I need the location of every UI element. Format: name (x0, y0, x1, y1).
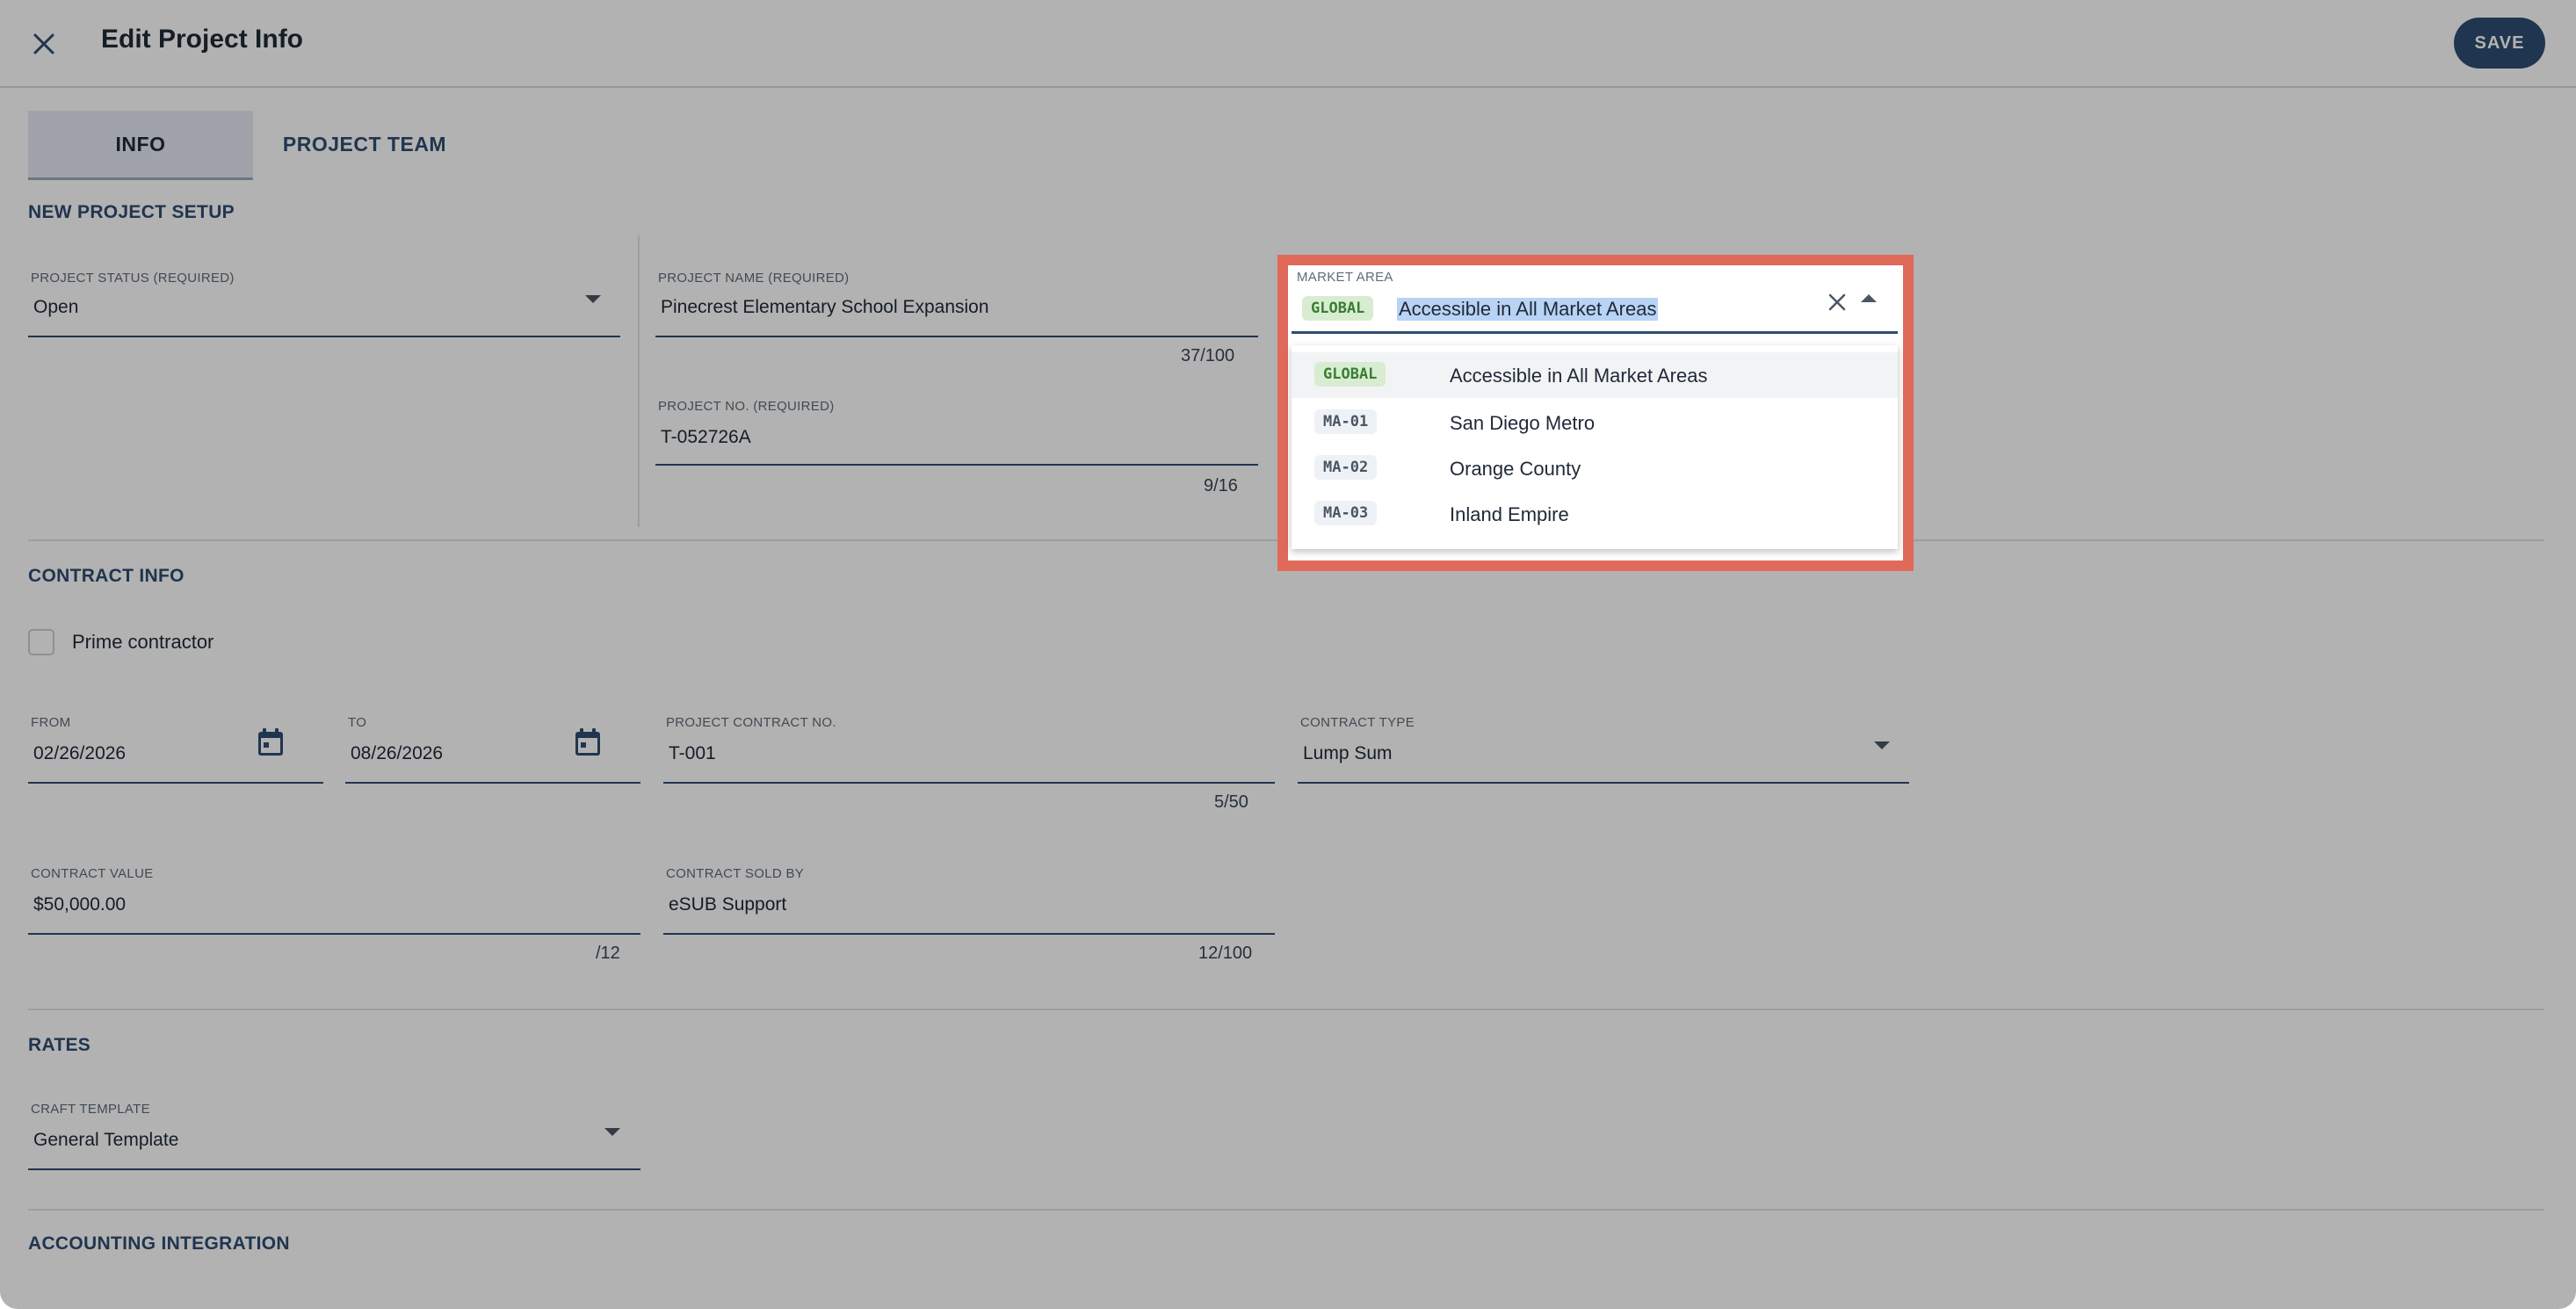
chevron-down-icon (585, 295, 601, 303)
project-name-counter: 37/100 (1181, 346, 1235, 365)
contract-sold-by-label: CONTRACT SOLD BY (666, 866, 805, 881)
project-no-counter: 9/16 (1204, 476, 1238, 495)
calendar-icon[interactable] (257, 727, 285, 757)
market-area-label: MARKET AREA (1297, 270, 1393, 285)
craft-template-label: CRAFT TEMPLATE (31, 1102, 150, 1117)
close-icon[interactable] (26, 26, 62, 61)
save-button[interactable]: SAVE (2454, 18, 2545, 69)
clear-icon[interactable] (1822, 287, 1852, 317)
prime-contractor-checkbox[interactable] (28, 629, 54, 655)
prime-contractor-label: Prime contractor (72, 631, 214, 653)
project-status-select[interactable]: PROJECT STATUS (REQUIRED) Open (28, 271, 620, 337)
section-accounting-integration: ACCOUNTING INTEGRATION (28, 1233, 290, 1254)
market-area-selected-tag: GLOBAL (1302, 296, 1374, 321)
project-contract-no-value: T-001 (669, 743, 716, 763)
tab-project-team[interactable]: PROJECT TEAM (264, 111, 466, 177)
section-new-project-setup: NEW PROJECT SETUP (28, 202, 235, 222)
divider (28, 1009, 2544, 1010)
divider (28, 1209, 2544, 1211)
option-tag: MA-02 (1314, 455, 1378, 480)
to-date-label: TO (348, 715, 367, 730)
from-date-label: FROM (31, 715, 71, 730)
contract-value-input[interactable]: CONTRACT VALUE $50,000.00 (28, 866, 640, 935)
option-label: Accessible in All Market Areas (1450, 365, 1708, 387)
option-tag: MA-01 (1314, 409, 1378, 434)
tab-info[interactable]: INFO (28, 111, 253, 180)
market-area-listbox: GLOBAL Accessible in All Market Areas MA… (1292, 345, 1898, 549)
option-tag: MA-03 (1314, 501, 1378, 525)
contract-sold-by-value: eSUB Support (669, 894, 787, 915)
contract-sold-by-input[interactable]: CONTRACT SOLD BY eSUB Support (663, 866, 1275, 935)
list-item[interactable]: MA-02 Orange County (1292, 445, 1898, 491)
craft-template-value: General Template (33, 1130, 179, 1150)
project-status-label: PROJECT STATUS (REQUIRED) (31, 271, 235, 286)
contract-type-label: CONTRACT TYPE (1300, 715, 1415, 730)
craft-template-select[interactable]: CRAFT TEMPLATE General Template (28, 1102, 640, 1170)
contract-type-value: Lump Sum (1303, 743, 1393, 763)
market-area-combobox[interactable]: MARKET AREA GLOBAL Accessible in All Mar… (1292, 266, 1898, 334)
project-contract-no-counter: 5/50 (1214, 792, 1248, 812)
list-item[interactable]: MA-01 San Diego Metro (1292, 400, 1898, 445)
option-label: Orange County (1450, 458, 1581, 480)
section-rates: RATES (28, 1035, 91, 1055)
project-contract-no-input[interactable]: PROJECT CONTRACT NO. T-001 (663, 715, 1275, 784)
option-tag: GLOBAL (1314, 362, 1386, 387)
contract-type-select[interactable]: CONTRACT TYPE Lump Sum (1298, 715, 1909, 784)
calendar-icon[interactable] (574, 727, 602, 757)
project-no-label: PROJECT NO. (REQUIRED) (658, 399, 835, 414)
contract-value-label: CONTRACT VALUE (31, 866, 154, 881)
chevron-down-icon (1874, 741, 1890, 749)
chevron-up-icon[interactable] (1861, 294, 1877, 302)
page-title: Edit Project Info (101, 25, 304, 54)
list-item[interactable]: MA-03 Inland Empire (1292, 491, 1898, 537)
from-date-value: 02/26/2026 (33, 743, 127, 763)
project-name-value: Pinecrest Elementary School Expansion (661, 297, 989, 317)
project-contract-no-label: PROJECT CONTRACT NO. (666, 715, 836, 730)
project-name-input[interactable]: PROJECT NAME (REQUIRED) Pinecrest Elemen… (655, 271, 1258, 337)
project-no-value: T-052726A (661, 427, 751, 447)
contract-value-counter: /12 (596, 944, 620, 963)
contract-sold-by-counter: 12/100 (1198, 944, 1253, 963)
edit-project-dialog: Edit Project Info SAVE INFO PROJECT TEAM… (0, 0, 2576, 1309)
dialog-header: Edit Project Info SAVE (0, 0, 2576, 88)
option-label: Inland Empire (1450, 503, 1569, 525)
project-status-value: Open (33, 297, 79, 317)
project-name-label: PROJECT NAME (REQUIRED) (658, 271, 850, 286)
list-item[interactable]: GLOBAL Accessible in All Market Areas (1292, 352, 1898, 398)
column-divider (638, 235, 640, 527)
market-area-input[interactable]: Accessible in All Market Areas (1397, 298, 1659, 321)
from-date-input[interactable]: FROM 02/26/2026 (28, 715, 323, 784)
to-date-input[interactable]: TO 08/26/2026 (345, 715, 640, 784)
section-contract-info: CONTRACT INFO (28, 566, 185, 586)
to-date-value: 08/26/2026 (351, 743, 444, 763)
option-label: San Diego Metro (1450, 412, 1596, 434)
project-no-input[interactable]: PROJECT NO. (REQUIRED) T-052726A (655, 399, 1258, 466)
contract-value-value: $50,000.00 (33, 894, 127, 915)
chevron-down-icon (604, 1128, 620, 1136)
